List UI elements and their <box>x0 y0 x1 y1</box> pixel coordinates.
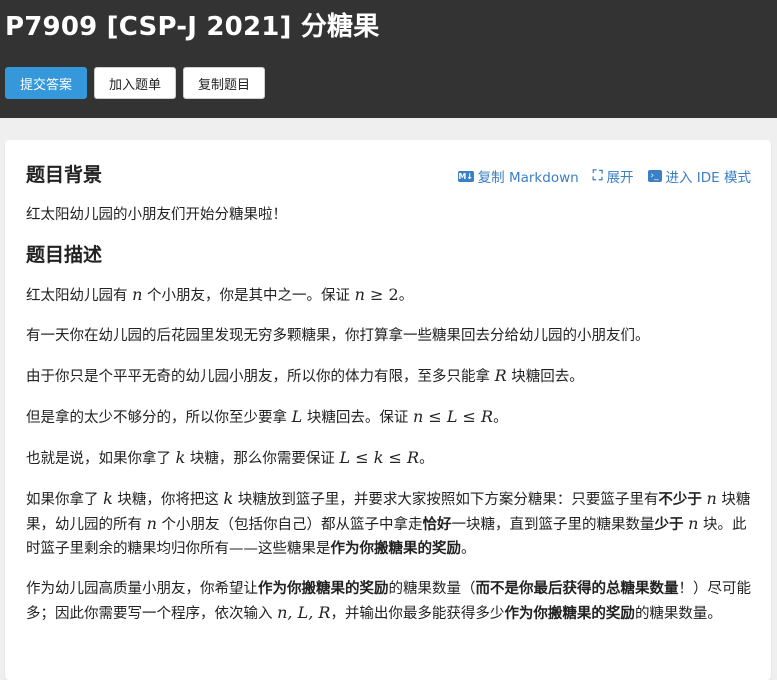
description-paragraph-2: 有一天你在幼儿园的后花园里发现无穷多颗糖果，你打算拿一些糖果回去分给幼儿园的小朋… <box>26 328 650 344</box>
problem-card: M↓ 复制 Markdown ⛶ 展开 ›_ 进入 IDE 模式 题目背景 红太… <box>5 140 771 680</box>
problem-header: P7909 [CSP-J 2021] 分糖果 提交答案 加入题单 复制题目 <box>0 0 777 118</box>
copy-problem-button[interactable]: 复制题目 <box>183 67 266 99</box>
background-text: 红太阳幼儿园的小朋友们开始分糖果啦！ <box>26 207 287 223</box>
problem-content: 题目背景 红太阳幼儿园的小朋友们开始分糖果啦！ 题目描述 红太阳幼儿园有 n 个… <box>26 140 756 626</box>
description-paragraph-7: 作为幼儿园高质量小朋友，你希望让作为你搬糖果的奖励的糖果数量（而不是你最后获得的… <box>26 581 751 622</box>
description-paragraph-4: 但是拿的太少不够分的，所以你至少要拿 L 块糖回去。保证 n ≤ L ≤ R。 <box>26 407 508 426</box>
submit-button[interactable]: 提交答案 <box>5 67 88 99</box>
add-to-list-button[interactable]: 加入题单 <box>94 67 177 99</box>
description-heading: 题目描述 <box>26 244 103 266</box>
description-paragraph-6: 如果你拿了 k 块糖，你将把这 k 块糖放到篮子里，并要求大家按照如下方案分糖果… <box>26 489 751 557</box>
problem-title: P7909 [CSP-J 2021] 分糖果 <box>5 12 380 42</box>
description-paragraph-1: 红太阳幼儿园有 n 个小朋友，你是其中之一。保证 n ≥ 2。 <box>26 285 414 304</box>
description-paragraph-5: 也就是说，如果你拿了 k 块糖，那么你需要保证 L ≤ k ≤ R。 <box>26 448 434 467</box>
background-heading: 题目背景 <box>26 164 103 186</box>
description-paragraph-3: 由于你只是个平平无奇的幼儿园小朋友，所以你的体力有限，至多只能拿 R 块糖回去。 <box>26 366 584 385</box>
problem-toolbar: 提交答案 加入题单 复制题目 <box>5 67 266 99</box>
